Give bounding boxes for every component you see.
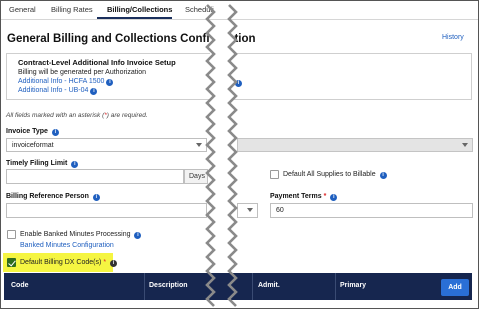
info-icon[interactable]: i xyxy=(134,232,142,239)
tab-general[interactable]: General xyxy=(9,5,36,14)
payment-terms-input[interactable]: 60 xyxy=(270,203,473,218)
invoice-type-label-text: Invoice Type xyxy=(6,128,48,135)
payment-terms-label-text: Payment Terms xyxy=(270,193,322,200)
info-icon[interactable]: i xyxy=(71,161,79,168)
hcfa-1500-link-label[interactable]: Additional Info - HCFA 1500 xyxy=(18,78,104,85)
default-supplies-checkbox[interactable] xyxy=(270,170,279,179)
info-icon[interactable]: i xyxy=(110,260,117,267)
hcfa-1500-link[interactable]: Additional Info - HCFA 1500 i xyxy=(18,78,114,86)
active-tab-indicator xyxy=(97,17,172,19)
history-link[interactable]: History xyxy=(442,34,464,41)
default-dx-label-text: Default Billing DX Code(s) xyxy=(20,259,102,266)
banked-minutes-config-link[interactable]: Banked Minutes Configuration xyxy=(20,242,114,249)
setup-title: Contract-Level Additional Info Invoice S… xyxy=(18,58,176,67)
info-icon[interactable]: i xyxy=(90,88,98,95)
secondary-select[interactable] xyxy=(237,138,473,152)
billing-reference-select[interactable] xyxy=(6,203,207,218)
banked-minutes-label: Enable Banked Minutes Processing i xyxy=(20,231,142,239)
payment-terms-label: Payment Terms * i xyxy=(270,193,338,201)
column-divider xyxy=(335,273,336,300)
info-icon[interactable]: i xyxy=(330,194,338,201)
invoice-type-label: Invoice Type i xyxy=(6,128,59,136)
default-supplies-label-text: Default All Supplies to Billable xyxy=(283,171,376,178)
column-header-primary[interactable]: Primary xyxy=(340,282,366,289)
timely-filing-input[interactable] xyxy=(6,169,184,184)
chevron-down-icon xyxy=(462,143,468,147)
billing-reference-label-text: Billing Reference Person xyxy=(6,193,89,200)
required-note-suffix: ) are required. xyxy=(106,112,148,119)
ub-04-link[interactable]: Additional Info - UB-04 i xyxy=(18,87,98,95)
info-icon[interactable]: i xyxy=(92,194,100,201)
billing-reference-label: Billing Reference Person i xyxy=(6,193,100,201)
info-icon[interactable]: i xyxy=(106,79,114,86)
default-dx-label: Default Billing DX Code(s) * i xyxy=(20,259,117,267)
column-divider xyxy=(252,273,253,300)
invoice-setup-box: Contract-Level Additional Info Invoice S… xyxy=(6,53,472,100)
setup-subtitle: Billing will be generated per Authorizat… xyxy=(18,69,147,76)
ub-04-link-label[interactable]: Additional Info - UB-04 xyxy=(18,87,88,94)
required-asterisk: * xyxy=(103,259,107,266)
billing-reference-select-end[interactable] xyxy=(237,203,258,218)
add-dx-code-button[interactable]: Add xyxy=(441,279,469,296)
info-icon[interactable]: i xyxy=(51,129,59,136)
timely-filing-label-text: Timely Filing Limit xyxy=(6,160,68,167)
billing-collections-panel: General Billing Rates Billing/Collection… xyxy=(0,0,479,309)
required-note-prefix: All fields marked with an asterisk ( xyxy=(6,112,105,119)
tab-bar: General Billing Rates Billing/Collection… xyxy=(1,1,478,20)
chevron-down-icon xyxy=(247,208,253,212)
column-header-admit[interactable]: Admit. xyxy=(258,282,280,289)
default-dx-checkbox[interactable] xyxy=(7,258,16,267)
column-header-description[interactable]: Description xyxy=(149,282,188,289)
info-icon[interactable]: i xyxy=(379,172,387,179)
tab-billing-collections[interactable]: Billing/Collections xyxy=(107,5,172,14)
invoice-type-select[interactable]: invoiceformat xyxy=(6,138,207,152)
torn-edge-decoration xyxy=(205,4,238,307)
invoice-type-value: invoiceformat xyxy=(12,142,54,149)
column-divider xyxy=(144,273,145,300)
tab-billing-rates[interactable]: Billing Rates xyxy=(51,5,93,14)
default-supplies-label: Default All Supplies to Billable i xyxy=(283,171,387,179)
chevron-down-icon xyxy=(196,143,202,147)
banked-minutes-checkbox[interactable] xyxy=(7,230,16,239)
column-header-code[interactable]: Code xyxy=(11,282,29,289)
timely-filing-label: Timely Filing Limit i xyxy=(6,160,79,168)
banked-minutes-label-text: Enable Banked Minutes Processing xyxy=(20,231,131,238)
required-fields-note: All fields marked with an asterisk (*) a… xyxy=(6,112,148,119)
required-asterisk: * xyxy=(323,193,327,200)
